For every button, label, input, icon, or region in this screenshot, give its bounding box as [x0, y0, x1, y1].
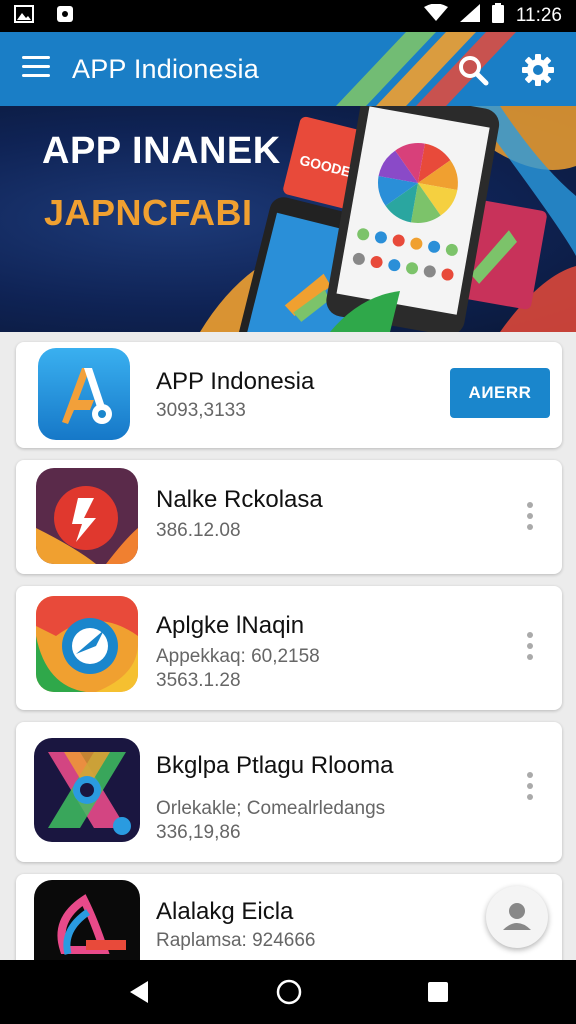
app-meta: 386.12.08: [156, 520, 241, 541]
menu-icon: [22, 56, 50, 59]
home-button[interactable]: [275, 978, 303, 1006]
settings-button[interactable]: [520, 52, 556, 88]
gallery-icon: [14, 4, 34, 28]
app-title: APP Indionesia: [72, 54, 259, 84]
notification-icon: [56, 5, 74, 28]
signal-icon: [459, 4, 480, 28]
more-options-icon[interactable]: [518, 632, 542, 664]
battery-icon: [491, 3, 504, 29]
more-options-icon[interactable]: [518, 772, 542, 804]
letter-a-app-icon: [38, 348, 130, 440]
status-bar: 11:26: [0, 0, 576, 32]
promo-banner[interactable]: GOODEE APP INANEK JAPNCFABI: [0, 106, 576, 332]
app-meta: Appekkaq: 60,2158: [156, 646, 320, 667]
app-card[interactable]: Bkglpa Ptlagu Rlooma Orlekakle; Comealrl…: [16, 722, 562, 862]
more-options-icon[interactable]: [518, 502, 542, 534]
app-meta-secondary: 336,19,86: [156, 822, 241, 843]
profile-fab-button[interactable]: [486, 886, 548, 948]
app-card[interactable]: APP Indonesia 3093,3133 AИERR: [16, 342, 562, 448]
app-card[interactable]: Nalke Rckolasa 386.12.08: [16, 460, 562, 574]
app-meta: 3093,3133: [156, 400, 246, 421]
app-meta: Orlekakle; Comealrledangs: [156, 798, 386, 819]
colorful-x-app-icon: [34, 738, 140, 842]
install-button[interactable]: AИERR: [450, 368, 550, 418]
app-name: APP Indonesia: [156, 368, 315, 395]
chrome-like-app-icon: [36, 596, 138, 692]
search-icon: [459, 56, 489, 86]
banner-title: APP INANEK: [42, 130, 281, 172]
app-bar: APP Indionesia: [0, 32, 576, 106]
back-button[interactable]: [126, 978, 154, 1006]
recents-button[interactable]: [424, 978, 452, 1006]
app-name: Alalakg Eicla: [156, 898, 294, 925]
banner-subtitle: JAPNCFABI: [44, 192, 253, 233]
settings-icon: [522, 54, 554, 86]
status-time: 11:26: [515, 5, 562, 26]
red-app-icon: [36, 468, 138, 564]
app-name: Nalke Rckolasa: [156, 486, 323, 513]
person-icon: [503, 903, 531, 930]
home-icon: [276, 979, 302, 1005]
menu-button[interactable]: [22, 56, 50, 80]
app-name: Bkglpa Ptlagu Rlooma: [156, 752, 394, 779]
back-icon: [130, 981, 148, 1003]
search-button[interactable]: [455, 52, 491, 88]
app-meta: Raplamsa: 924666: [156, 930, 316, 951]
app-name: Aplgke lNaqin: [156, 612, 305, 639]
navigation-bar: [0, 960, 576, 1024]
recents-icon: [428, 982, 448, 1002]
app-card[interactable]: Aplgke lNaqin Appekkaq: 60,2158 3563.1.2…: [16, 586, 562, 710]
app-meta-secondary: 3563.1.28: [156, 670, 241, 691]
wifi-icon: [423, 3, 448, 28]
